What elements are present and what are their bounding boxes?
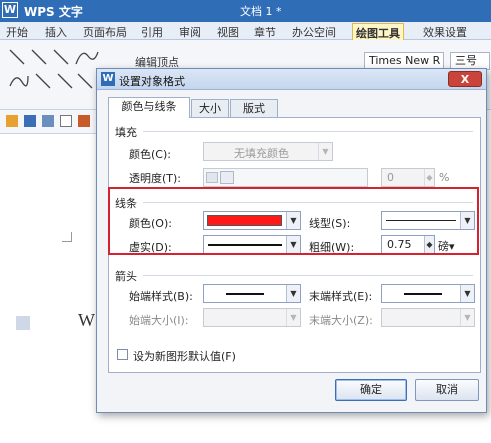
tab-layout[interactable]: 版式 [230,99,278,117]
menu-insert[interactable]: 插入 [42,23,70,41]
tab-colors-and-lines[interactable]: 颜色与线条 [108,97,190,118]
end-size-label: 末端大小(Z): [309,314,373,327]
dialog-title: 设置对象格式 [119,75,185,88]
menu-office-space[interactable]: 办公空间 [289,23,339,41]
begin-size-label: 始端大小(I): [129,314,189,327]
end-style-label: 末端样式(E): [309,290,373,303]
wps-dialog-icon: W [101,72,115,86]
begin-style-select[interactable]: ▼ [203,284,301,303]
menu-review[interactable]: 审阅 [176,23,204,41]
end-style-preview [404,293,442,295]
divider [143,131,473,132]
dialog-title-bar[interactable]: W 设置对象格式 X [97,69,486,90]
menu-home[interactable]: 开始 [3,23,31,41]
menu-effect-settings[interactable]: 效果设置 [420,23,470,41]
app-name: WPS 文字 [24,5,83,19]
transparency-input[interactable]: 0 ◆ [381,168,435,187]
set-default-checkbox[interactable] [117,349,128,360]
highlight-frame [108,187,479,255]
chevron-down-icon: ▼ [460,285,474,302]
set-default-label: 设为新图形默认值(F) [133,350,236,363]
fill-color-select[interactable]: 无填充颜色 ▼ [203,142,333,161]
transparency-slider[interactable] [203,168,368,187]
preview-icon[interactable] [60,115,72,127]
end-size-select[interactable]: ▼ [381,308,475,327]
fill-color-label: 颜色(C): [129,148,171,161]
save-icon[interactable] [24,115,36,127]
quick-access-toolbar [0,110,100,134]
cancel-button[interactable]: 取消 [415,379,479,401]
fill-color-value: 无填充颜色 [234,147,289,160]
end-style-select[interactable]: ▼ [381,284,475,303]
chevron-down-icon: ▼ [286,309,300,326]
menu-page-layout[interactable]: 页面布局 [80,23,130,41]
transparency-label: 透明度(T): [129,172,182,185]
app-title-bar: W WPS 文字 文档 1 * [0,0,491,22]
begin-style-label: 始端样式(B): [129,290,193,303]
menu-references[interactable]: 引用 [138,23,166,41]
fill-group-header: 填充 [115,126,137,139]
ok-button[interactable]: 确定 [335,379,407,401]
arrows-group-header: 箭头 [115,270,137,283]
open-icon[interactable] [6,115,18,127]
slider-left-arrow-icon[interactable] [206,172,218,183]
close-button[interactable]: X [448,71,482,87]
slider-thumb[interactable] [220,171,234,184]
margin-corner-mark [62,232,72,242]
begin-size-select[interactable]: ▼ [203,308,301,327]
print-icon[interactable] [42,115,54,127]
chevron-down-icon: ▼ [460,309,474,326]
format-object-dialog: W 设置对象格式 X 颜色与线条 大小 版式 填充 颜色(C): 无填充颜色 ▼… [96,68,487,413]
wps-logo-icon: W [2,2,18,18]
document-title: 文档 1 * [240,5,282,18]
menu-bar: 开始 插入 页面布局 引用 审阅 视图 章节 办公空间 绘图工具 效果设置 [0,22,491,43]
percent-unit: % [439,171,450,184]
doc-text-fragment: W [78,310,95,330]
format-icon[interactable] [78,115,90,127]
line-shapes-gallery-icon[interactable] [6,46,101,102]
page-icon[interactable] [16,316,30,330]
transparency-value: 0 [387,171,394,184]
begin-style-preview [226,293,264,295]
spinner-icon: ◆ [424,169,434,186]
divider [143,275,473,276]
chevron-down-icon: ▼ [286,285,300,302]
menu-chapter[interactable]: 章节 [251,23,279,41]
chevron-down-icon: ▼ [318,143,332,160]
menu-view[interactable]: 视图 [214,23,242,41]
tab-size[interactable]: 大小 [191,99,229,117]
